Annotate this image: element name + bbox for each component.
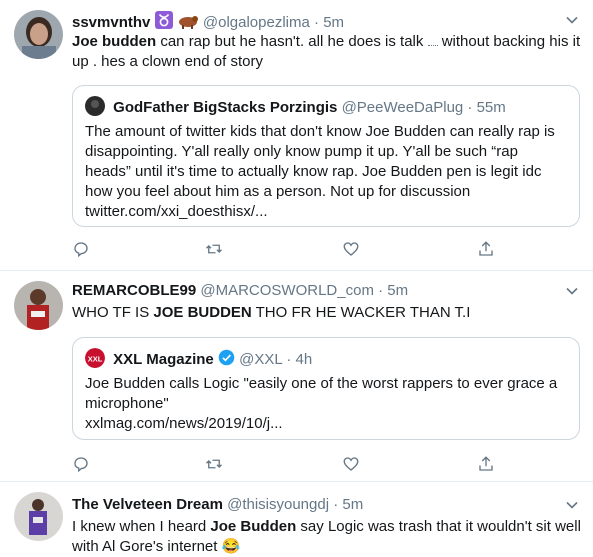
share-icon[interactable] [477,240,497,260]
reply-icon[interactable] [72,240,92,260]
tweet-header: The Velveteen Dream @thisisyoungdj · 5m [72,496,364,513]
action-bar [72,455,572,475]
tweet-text: WHO TF IS JOE BUDDEN THO FR HE WACKER TH… [72,304,471,321]
quoted-tweet-header: GodFather BigStacks Porzingis @PeeWeeDaP… [85,96,506,116]
like-icon[interactable] [342,455,362,475]
highlight: JOE BUDDEN [153,304,252,321]
svg-text:XXL: XXL [88,355,103,364]
timestamp[interactable]: 5m [387,282,408,299]
handle[interactable]: @thisisyoungdj [227,496,329,513]
separator-dot: · [314,14,320,31]
tweet-text: I knew when I heard Joe Budden say Logic… [72,518,581,555]
action-bar [72,240,572,260]
avatar[interactable] [14,492,63,541]
quote-handle: @PeeWeeDaPlug [341,99,464,116]
quoted-tweet[interactable]: GodFather BigStacks Porzingis @PeeWeeDaP… [72,85,580,227]
tweet-text: Joe budden can rap but he hasn't. all he… [72,33,581,70]
quote-timestamp: 55m [476,99,506,116]
quote-timestamp: 4h [295,351,313,368]
highlight: Joe budden [72,33,157,50]
tweet-3[interactable]: The Velveteen Dream @thisisyoungdj · 5m … [0,482,593,555]
quote-avatar: XXL [85,348,105,368]
caret-down-icon[interactable] [565,13,579,27]
display-name[interactable]: The Velveteen Dream [72,496,223,513]
ox-icon [177,13,199,33]
caret-down-icon[interactable] [565,284,579,298]
quote-display-name: GodFather BigStacks Porzingis [113,99,338,116]
display-name[interactable]: ssvmvnthv [72,14,150,31]
unrendered-emoji-icon [427,41,438,46]
handle[interactable]: @MARCOSWORLD_com [200,282,374,299]
share-icon[interactable] [477,455,497,475]
retweet-icon[interactable] [205,240,225,260]
tweet-1[interactable]: ssvmvnthv @olgalopezlima · 5m Joe budden… [0,0,593,271]
highlight: Joe Budden [210,518,297,535]
reply-icon[interactable] [72,455,92,475]
quote-text: Joe Budden calls Logic "easily one of th… [85,375,558,432]
avatar[interactable] [14,10,63,59]
quoted-tweet[interactable]: XXL XXL Magazine @XXL · 4h Joe Budden ca… [72,337,580,440]
timestamp[interactable]: 5m [342,496,363,513]
quote-link[interactable]: twitter.com/xxi_doesthisx/... [85,203,268,220]
quoted-tweet-header: XXL XXL Magazine @XXL · 4h [85,348,312,370]
quote-avatar [85,96,105,116]
taurus-sign-icon [154,11,173,33]
verified-badge-icon [218,349,235,370]
avatar[interactable] [14,281,63,330]
tweet-header: ssvmvnthv @olgalopezlima · 5m [72,11,344,33]
quote-handle: @XXL [239,351,283,368]
handle[interactable]: @olgalopezlima [203,14,310,31]
like-icon[interactable] [342,240,362,260]
caret-down-icon[interactable] [565,498,579,512]
quote-link[interactable]: xxlmag.com/news/2019/10/j... [85,415,283,432]
display-name[interactable]: REMARCOBLE99 [72,282,196,299]
tweet-2[interactable]: REMARCOBLE99 @MARCOSWORLD_com · 5m WHO T… [0,271,593,482]
retweet-icon[interactable] [205,455,225,475]
quote-display-name: XXL Magazine [113,351,214,368]
tweet-header: REMARCOBLE99 @MARCOSWORLD_com · 5m [72,282,409,299]
timestamp[interactable]: 5m [323,14,344,31]
quote-text: The amount of twitter kids that don't kn… [85,123,555,220]
